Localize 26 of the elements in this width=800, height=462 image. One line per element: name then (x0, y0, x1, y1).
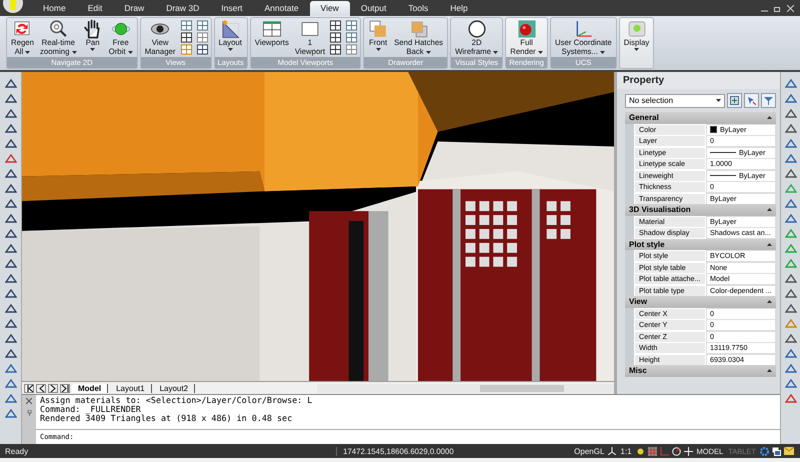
menu-tab[interactable]: Edit (76, 1, 114, 16)
scale-button[interactable]: 1:1 (619, 446, 633, 456)
command-history-line: Rendered 3409 Triangles at (918 x 486) in 0.48 sec (40, 414, 294, 424)
status-text: Ready (5, 446, 28, 456)
menu-tab[interactable]: Help (439, 1, 479, 16)
layout-tab[interactable]: Layout2 (154, 384, 196, 392)
layout-tab[interactable]: Layout1 (110, 384, 152, 392)
layout-tab[interactable]: Model (72, 384, 108, 392)
selection-dropdown[interactable]: No selection (625, 94, 725, 108)
section-header[interactable]: General (625, 112, 776, 124)
menu-tab[interactable]: Tools (397, 1, 440, 16)
menu-tab[interactable]: Home (32, 1, 77, 16)
menu-tab[interactable]: Annotate (254, 1, 310, 16)
command-history-line: Command: _FULLRENDER (40, 405, 142, 414)
menu-tab[interactable]: Insert (210, 1, 254, 16)
section-header[interactable]: Misc (625, 365, 776, 376)
menu-tab[interactable]: Draw 3D (155, 1, 210, 16)
menu-tab[interactable]: Output (350, 1, 398, 16)
renderer-button[interactable]: OpenGL (573, 446, 606, 456)
section-header[interactable]: View (625, 296, 776, 308)
section-header[interactable]: Plot style (625, 238, 776, 250)
panel-title: Property (617, 72, 780, 89)
menu-tab[interactable]: View (310, 1, 350, 16)
section-header[interactable]: 3D Visualisation (625, 204, 776, 216)
menu-tab[interactable]: Draw (113, 1, 156, 16)
command-history-line: Assign materials to: <Selection>/Layer/Color/Browse: L (40, 396, 314, 406)
